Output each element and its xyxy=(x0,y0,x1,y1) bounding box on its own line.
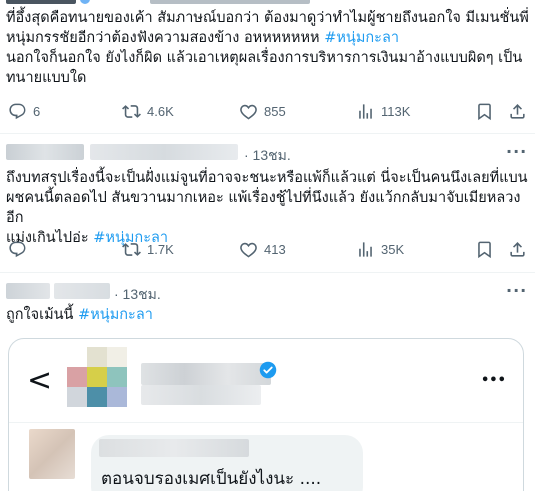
more-options-icon: ••• xyxy=(481,373,506,388)
profile-name-blurred xyxy=(141,363,271,385)
bookmark-button[interactable] xyxy=(475,99,494,123)
verified-badge-icon xyxy=(259,361,277,379)
like-button[interactable]: 855 xyxy=(239,99,286,123)
author-handle-blurred[interactable] xyxy=(54,283,110,299)
heart-icon xyxy=(240,242,257,258)
share-button[interactable] xyxy=(508,99,527,123)
tweet-body-line: นอกใจก็นอกใจ ยังไงก็ผิด แล้วเอาเหตุผลเรื… xyxy=(6,50,523,66)
reply-count: 6 xyxy=(33,103,41,119)
tweet-body-line: หนุ่มกรรชัยอีกว่าต้องฟังความสองข้าง อหหห… xyxy=(6,28,531,48)
reply-button[interactable] xyxy=(8,237,33,261)
tweet-body-text: หนุ่มกรรชัยอีกว่าต้องฟังความสองข้าง อหหห… xyxy=(6,30,325,46)
tweet-timestamp[interactable]: · 13ชม. xyxy=(244,145,291,167)
profile-subtitle-blurred xyxy=(141,385,261,405)
heart-icon xyxy=(240,104,257,120)
tweet-actions: 6 4.6K 855 113K xyxy=(0,99,535,123)
like-count: 413 xyxy=(264,241,286,257)
repost-icon xyxy=(122,242,141,256)
repost-button[interactable]: 4.6K xyxy=(122,99,174,123)
card-divider xyxy=(9,422,523,423)
tweet-body-line: ที่อึ้งสุดคือทนายของเค้า สัมภาษณ์บอกว่า … xyxy=(6,10,529,26)
tweet-body: ถูกใจเม้นนี้ #หนุ่มกะลา xyxy=(6,305,531,325)
bookmark-icon xyxy=(478,241,491,258)
tweet-body: ที่อึ้งสุดคือทนายของเค้า สัมภาษณ์บอกว่า … xyxy=(6,8,531,88)
verified-badge xyxy=(80,0,90,4)
views-button[interactable]: 113K xyxy=(356,99,410,123)
comment-author-blurred xyxy=(99,439,249,457)
share-button[interactable] xyxy=(508,237,527,261)
profile-image-blurred xyxy=(67,347,139,407)
tweet-body: ถึงบทสรุปเรื่องนี้จะเป็นฝั่งแม่จูนที่อาจ… xyxy=(6,168,531,248)
attached-image-card[interactable]: < ••• ตอนจบรองเมศเป็นยังไงนะ .... xyxy=(8,338,524,491)
commenter-avatar-blurred xyxy=(29,429,75,479)
repost-count: 1.7K xyxy=(147,241,174,257)
reply-icon xyxy=(9,241,26,257)
reply-button[interactable]: 6 xyxy=(8,99,40,123)
bookmark-button[interactable] xyxy=(475,237,494,261)
tweet-actions: 1.7K 413 35K xyxy=(0,237,535,261)
repost-button[interactable]: 1.7K xyxy=(122,237,174,261)
back-arrow-icon: < xyxy=(27,363,53,398)
hashtag-link[interactable]: #หนุ่มกะลา xyxy=(78,307,153,323)
more-options-button[interactable]: ··· xyxy=(506,142,527,161)
author-handle-blurred[interactable] xyxy=(90,144,238,160)
tweet-2[interactable]: · 13ชม. ··· ถึงบทสรุปเรื่องนี้จะเป็นฝั่ง… xyxy=(0,134,535,269)
tweet-1[interactable]: ที่อึ้งสุดคือทนายของเค้า สัมภาษณ์บอกว่า … xyxy=(0,0,535,125)
tweet-body-text: ถูกใจเม้นนี้ xyxy=(6,307,79,323)
bookmark-icon xyxy=(478,103,491,120)
repost-icon xyxy=(122,104,141,118)
repost-count: 4.6K xyxy=(147,103,174,119)
like-count: 855 xyxy=(264,103,286,119)
author-name-blurred[interactable] xyxy=(6,144,84,160)
comment-bubble: ตอนจบรองเมศเป็นยังไงนะ .... xyxy=(91,435,363,491)
tweet-body-line: ทนายแบบใด xyxy=(6,70,87,86)
views-icon xyxy=(359,103,372,119)
tweet-timestamp[interactable]: · 13ชม. xyxy=(114,284,161,306)
views-button[interactable]: 35K xyxy=(356,237,404,261)
reply-icon xyxy=(9,103,26,119)
view-count: 113K xyxy=(381,103,411,119)
author-handle-blurred[interactable] xyxy=(150,0,310,4)
share-icon xyxy=(510,241,525,257)
tweet-body-line: ถึงบทสรุปเรื่องนี้จะเป็นฝั่งแม่จูนที่อาจ… xyxy=(6,170,528,186)
views-icon xyxy=(359,241,372,257)
like-button[interactable]: 413 xyxy=(239,237,286,261)
share-icon xyxy=(510,103,525,119)
comment-text: ตอนจบรองเมศเป็นยังไงนะ .... xyxy=(101,469,322,489)
author-name-blurred[interactable] xyxy=(6,283,50,299)
view-count: 35K xyxy=(381,241,405,257)
hashtag-link[interactable]: #หนุ่มกะลา xyxy=(324,30,399,46)
tweet-body-line: ผชคนนี้ตลอดไป สันขวานมากเหอะ แพ้เรื่องชู… xyxy=(6,190,521,226)
author-name-blurred[interactable] xyxy=(6,0,76,4)
more-options-button[interactable]: ··· xyxy=(506,281,527,300)
